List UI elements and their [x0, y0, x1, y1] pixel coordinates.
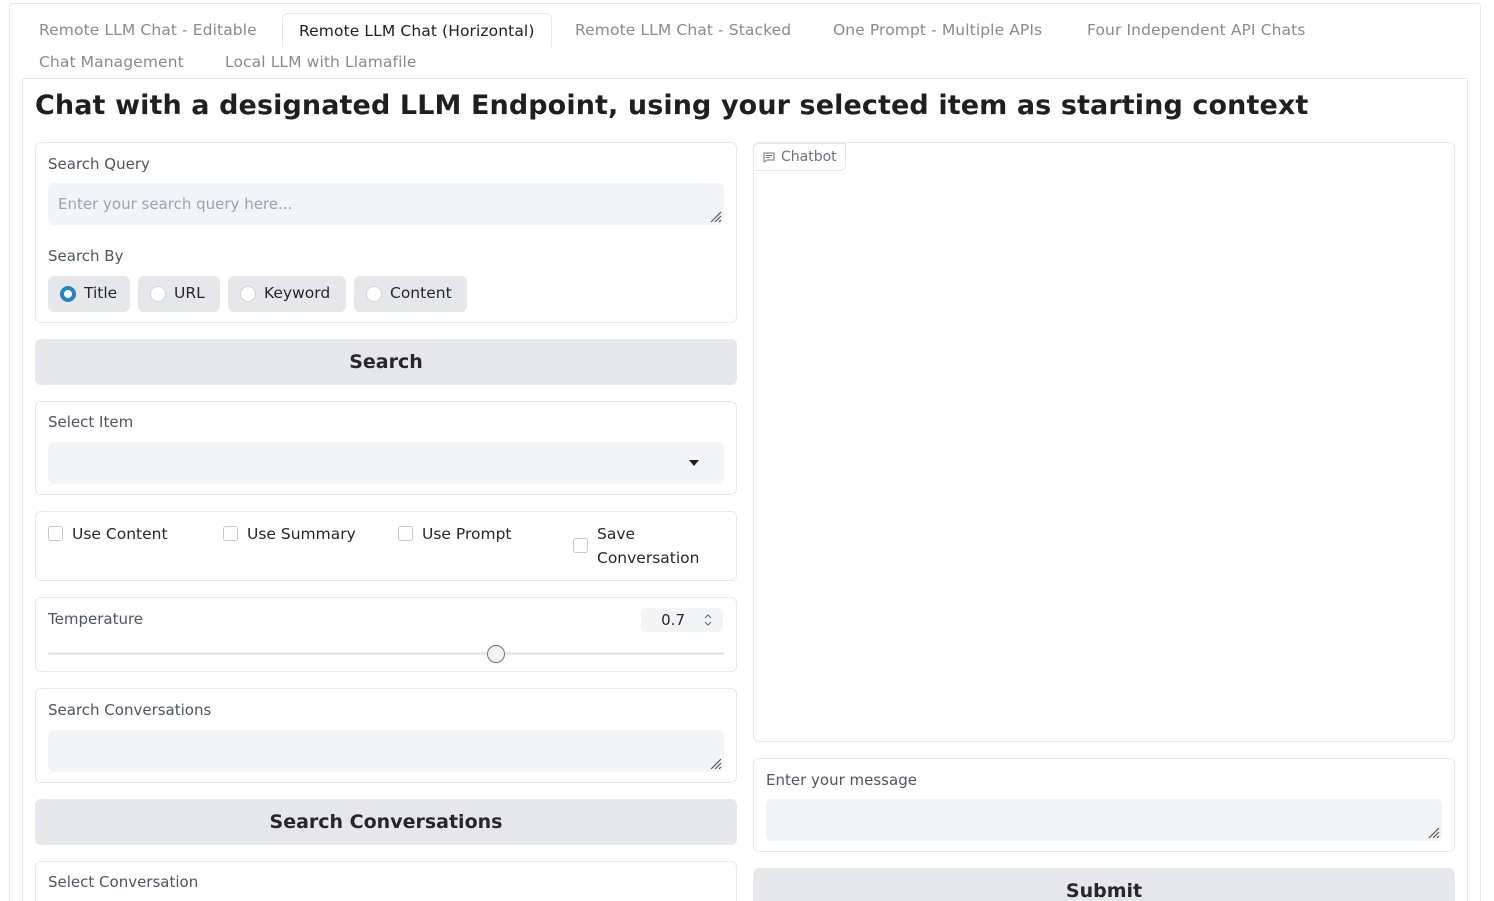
- temperature-group: [35, 597, 737, 672]
- spinner-arrows-icon[interactable]: [704, 612, 712, 628]
- resize-handle-icon[interactable]: [1428, 827, 1440, 839]
- radio-url[interactable]: URL: [138, 276, 220, 312]
- search-by-label: Search By: [48, 247, 124, 265]
- radio-keyword[interactable]: Keyword: [228, 276, 346, 312]
- use-prompt-checkbox[interactable]: [398, 526, 413, 541]
- search-conversations-label: Search Conversations: [48, 701, 212, 719]
- temperature-label: Temperature: [48, 610, 144, 628]
- radio-url-label: URL: [174, 284, 205, 302]
- search-conversations-input[interactable]: [48, 730, 724, 772]
- chatbot-label: Chatbot: [781, 149, 837, 165]
- temperature-slider-track[interactable]: [48, 652, 724, 655]
- temperature-slider-thumb[interactable]: [487, 645, 505, 663]
- message-input[interactable]: [766, 799, 1442, 841]
- tab-one-prompt-multiple-apis[interactable]: One Prompt - Multiple APIs: [833, 21, 1042, 39]
- select-conversation-label: Select Conversation: [48, 873, 199, 891]
- tab-local-llm-llamafile[interactable]: Local LLM with Llamafile: [225, 53, 417, 71]
- radio-keyword-indicator: [240, 286, 256, 302]
- save-conversation-label-line2: Conversation: [597, 549, 700, 567]
- use-prompt-label: Use Prompt: [422, 525, 512, 543]
- tab-remote-llm-chat-horizontal[interactable]: Remote LLM Chat (Horizontal): [282, 13, 552, 48]
- radio-title[interactable]: Title: [48, 276, 130, 312]
- chatbot-label-tag: Chatbot: [753, 143, 846, 171]
- use-content-label: Use Content: [72, 525, 168, 543]
- radio-content-indicator: [366, 286, 382, 302]
- radio-content[interactable]: Content: [354, 276, 467, 312]
- radio-keyword-label: Keyword: [264, 284, 331, 302]
- select-item-dropdown[interactable]: [48, 442, 724, 484]
- select-item-label: Select Item: [48, 413, 134, 431]
- save-conversation-label-line1: Save: [597, 525, 636, 543]
- radio-content-label: Content: [390, 284, 452, 302]
- radio-title-indicator: [60, 286, 76, 302]
- temperature-value: 0.7: [661, 611, 685, 629]
- chat-icon: [763, 152, 775, 163]
- use-content-checkbox[interactable]: [48, 526, 63, 541]
- tab-four-independent-api-chats[interactable]: Four Independent API Chats: [1087, 21, 1306, 39]
- use-summary-label: Use Summary: [247, 525, 356, 543]
- search-conversations-button[interactable]: Search Conversations: [35, 799, 737, 845]
- radio-title-label: Title: [84, 284, 118, 302]
- search-query-label: Search Query: [48, 155, 150, 173]
- chatbot-panel: [753, 142, 1455, 742]
- search-button[interactable]: Search: [35, 339, 737, 385]
- radio-url-indicator: [150, 286, 166, 302]
- tab-chat-management[interactable]: Chat Management: [39, 53, 184, 71]
- dropdown-arrow-icon: [689, 460, 699, 466]
- resize-handle-icon[interactable]: [710, 758, 722, 770]
- tab-remote-llm-chat-stacked[interactable]: Remote LLM Chat - Stacked: [575, 21, 791, 39]
- page-title: Chat with a designated LLM Endpoint, usi…: [35, 90, 1309, 121]
- save-conversation-checkbox[interactable]: [573, 538, 588, 553]
- search-query-placeholder: Enter your search query here...: [58, 195, 293, 213]
- tab-remote-llm-chat-editable[interactable]: Remote LLM Chat - Editable: [39, 21, 257, 39]
- search-query-input[interactable]: Enter your search query here...: [48, 183, 724, 225]
- message-label: Enter your message: [766, 771, 917, 789]
- resize-handle-icon[interactable]: [710, 211, 722, 223]
- use-summary-checkbox[interactable]: [223, 526, 238, 541]
- temperature-number-input[interactable]: 0.7: [641, 608, 723, 632]
- submit-button[interactable]: Submit: [753, 868, 1455, 901]
